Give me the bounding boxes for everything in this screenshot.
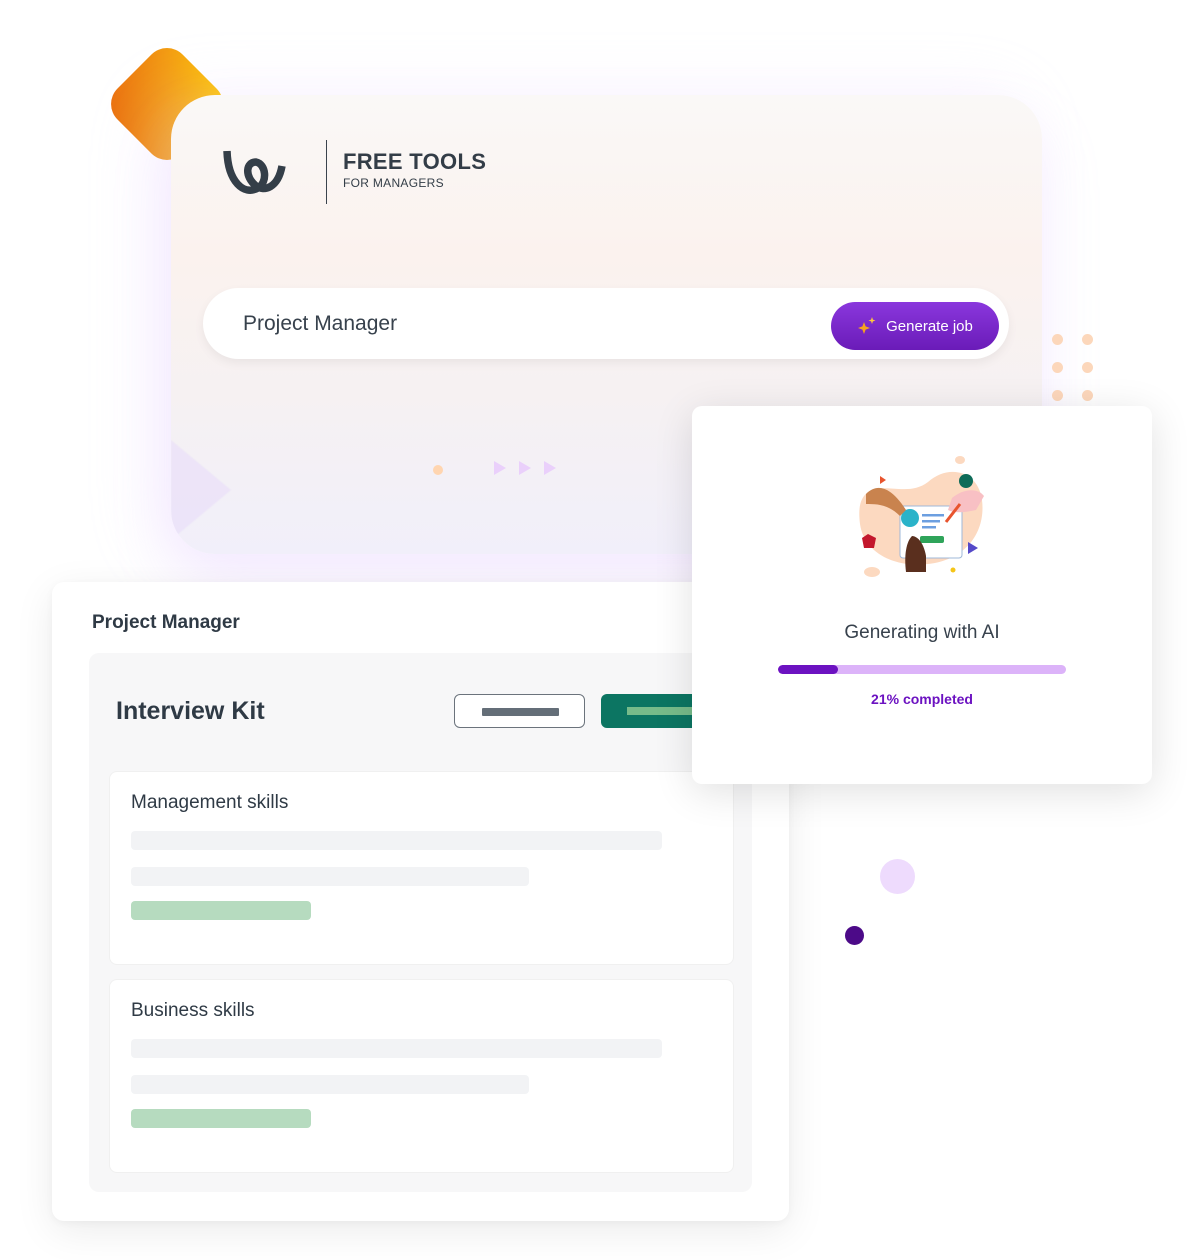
- generate-job-label: Generate job: [886, 317, 973, 335]
- brand-title: FREE TOOLS: [343, 149, 487, 174]
- ai-progress-bar: [778, 665, 1066, 674]
- skill-section-title: Business skills: [131, 1000, 255, 1021]
- decorative-circle: [880, 859, 915, 894]
- decorative-play-icon: [494, 461, 506, 475]
- hands-collaborating-illustration: [859, 456, 984, 577]
- skeleton-line: [131, 1075, 529, 1094]
- skill-section-card: Business skills: [109, 979, 734, 1173]
- decorative-circle: [845, 926, 864, 945]
- ai-status-label: Generating with AI: [844, 622, 1000, 643]
- button-label-placeholder: [482, 708, 559, 716]
- interview-kit-heading: Interview Kit: [116, 697, 265, 725]
- job-title-search-bar: Generate job: [203, 288, 1009, 359]
- decorative-play-icon: [544, 461, 556, 475]
- skeleton-line: [131, 867, 529, 886]
- skeleton-tag: [131, 1109, 311, 1128]
- job-title-input[interactable]: [241, 308, 805, 340]
- skill-section-card: Management skills: [109, 771, 734, 965]
- workable-logo-icon: [223, 150, 286, 194]
- brand-subtitle: FOR MANAGERS: [343, 176, 444, 190]
- interview-kit-card: Project Manager Interview Kit Management…: [52, 582, 789, 1221]
- interview-kit-panel: Interview Kit Management skills Business…: [89, 653, 752, 1192]
- skeleton-line: [131, 1039, 662, 1058]
- ai-progress-text: 21% completed: [871, 691, 973, 707]
- sparkle-icon: [858, 317, 876, 334]
- decorative-play-icon: [519, 461, 531, 475]
- decorative-dot: [433, 465, 443, 475]
- ai-generating-card: Generating with AI 21% completed: [692, 406, 1152, 784]
- skeleton-tag: [131, 901, 311, 920]
- decorative-triangle: [171, 440, 231, 540]
- kit-secondary-button[interactable]: [454, 694, 585, 728]
- generate-job-button[interactable]: Generate job: [831, 302, 999, 350]
- ai-progress-fill: [778, 665, 839, 674]
- skill-section-title: Management skills: [131, 792, 289, 813]
- kit-job-title: Project Manager: [92, 612, 240, 633]
- skeleton-line: [131, 831, 662, 850]
- logo-divider: [326, 140, 327, 204]
- decorative-dot-grid: [1052, 334, 1096, 404]
